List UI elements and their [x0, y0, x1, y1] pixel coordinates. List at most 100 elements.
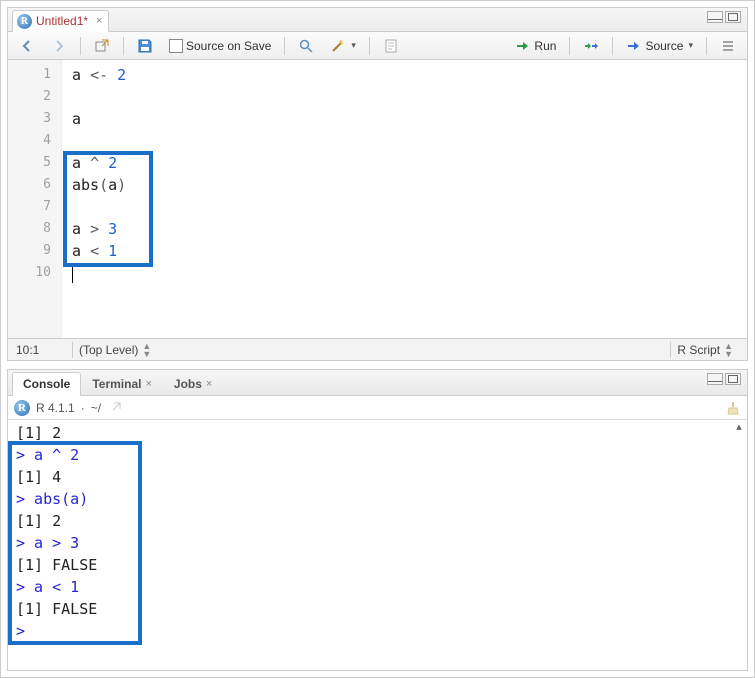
tab-label: Jobs: [174, 377, 202, 391]
tab-terminal[interactable]: Terminal ×: [81, 372, 163, 396]
editor-tab-untitled[interactable]: R Untitled1* ×: [12, 10, 109, 32]
rerun-icon: [583, 38, 599, 54]
show-in-new-window-button[interactable]: [89, 35, 115, 57]
scroll-up-arrow-icon[interactable]: ▴: [731, 420, 747, 433]
code-line[interactable]: a <- 2: [72, 64, 747, 86]
wand-icon: [330, 38, 346, 54]
console-tabstrip: Console Terminal × Jobs ×: [8, 370, 747, 396]
arrow-right-icon: [51, 38, 67, 54]
line-number: 10: [8, 262, 51, 284]
close-icon[interactable]: ×: [206, 378, 212, 390]
scope-label: (Top Level): [79, 343, 138, 357]
maximize-pane-icon[interactable]: [725, 11, 741, 23]
editor-statusbar: 10:1 (Top Level) ▲▼ R Script ▲▼: [8, 338, 747, 360]
tab-label: Terminal: [92, 377, 141, 391]
console-output-line: [1] 2: [16, 510, 739, 532]
save-icon: [137, 38, 153, 54]
close-icon[interactable]: ×: [96, 15, 102, 27]
tab-console[interactable]: Console: [12, 372, 81, 396]
rerun-button[interactable]: [578, 35, 604, 57]
console-output-line: [1] 4: [16, 466, 739, 488]
run-label: Run: [534, 39, 556, 53]
code-line[interactable]: abs(a): [72, 174, 747, 196]
line-number: 1: [8, 64, 51, 86]
arrow-left-icon: [19, 38, 35, 54]
code-tools-button[interactable]: ▾: [325, 35, 361, 57]
filetype-label: R Script: [677, 343, 720, 357]
minimize-pane-icon[interactable]: [707, 11, 723, 23]
source-on-save-toggle[interactable]: Source on Save: [164, 36, 276, 56]
console-output-line: [1] FALSE: [16, 554, 739, 576]
outline-icon: [720, 38, 736, 54]
r-version-label: R 4.1.1: [36, 401, 75, 415]
sort-arrows-icon: ▲▼: [142, 342, 151, 358]
run-button[interactable]: Run: [510, 35, 561, 57]
code-line[interactable]: a < 1: [72, 240, 747, 262]
console-input-line: > a < 1: [16, 576, 739, 598]
find-replace-button[interactable]: [293, 35, 319, 57]
editor-tab-title: Untitled1*: [36, 14, 88, 28]
sort-arrows-icon: ▲▼: [724, 342, 733, 358]
tab-jobs[interactable]: Jobs ×: [163, 372, 223, 396]
outline-button[interactable]: [715, 35, 741, 57]
chevron-down-icon: ▾: [688, 40, 693, 51]
run-arrow-icon: [515, 38, 531, 54]
code-editor[interactable]: 12345678910 a <- 2 a a ^ 2abs(a) a > 3a …: [8, 60, 747, 338]
search-icon: [298, 38, 314, 54]
code-line[interactable]: [72, 86, 747, 108]
console-output-line: [1] FALSE: [16, 598, 739, 620]
notebook-icon: [383, 38, 399, 54]
line-number: 3: [8, 108, 51, 130]
source-arrow-icon: [626, 38, 642, 54]
code-text[interactable]: a <- 2 a a ^ 2abs(a) a > 3a < 1: [62, 60, 747, 338]
compile-report-button[interactable]: [378, 35, 404, 57]
code-line[interactable]: [72, 262, 747, 284]
console-output[interactable]: [1] 2> a ^ 2[1] 4> abs(a)[1] 2> a > 3[1]…: [8, 420, 747, 670]
forward-button[interactable]: [46, 35, 72, 57]
maximize-pane-icon[interactable]: [725, 373, 741, 385]
cursor-position: 10:1: [16, 343, 72, 357]
source-label: Source: [645, 39, 683, 53]
r-logo-icon: R: [14, 400, 30, 416]
filetype-selector[interactable]: R Script ▲▼: [670, 342, 739, 358]
line-number: 2: [8, 86, 51, 108]
editor-tabstrip: R Untitled1* ×: [8, 8, 747, 32]
console-header: R R 4.1.1 · ~/: [8, 396, 747, 420]
source-button[interactable]: Source ▾: [621, 35, 698, 57]
line-number: 5: [8, 152, 51, 174]
chevron-down-icon: ▾: [351, 40, 356, 51]
back-button[interactable]: [14, 35, 40, 57]
checkbox-icon: [169, 39, 183, 53]
working-dir-label[interactable]: ~/: [91, 401, 101, 415]
console-input-line: > a ^ 2: [16, 444, 739, 466]
scope-selector[interactable]: (Top Level) ▲▼: [72, 342, 157, 358]
popout-icon: [94, 38, 110, 54]
pane-window-controls: [707, 11, 741, 23]
pane-window-controls: [707, 373, 741, 385]
popout-icon[interactable]: [107, 400, 123, 416]
console-input-line: > a > 3: [16, 532, 739, 554]
code-line[interactable]: [72, 196, 747, 218]
line-number: 9: [8, 240, 51, 262]
line-number-gutter: 12345678910: [8, 60, 62, 338]
source-on-save-label: Source on Save: [186, 39, 271, 53]
console-output-line: [1] 2: [16, 422, 739, 444]
line-number: 4: [8, 130, 51, 152]
minimize-pane-icon[interactable]: [707, 373, 723, 385]
code-line[interactable]: a > 3: [72, 218, 747, 240]
clear-console-icon[interactable]: [725, 400, 741, 416]
save-button[interactable]: [132, 35, 158, 57]
console-input-line: > abs(a): [16, 488, 739, 510]
console-pane: Console Terminal × Jobs × R R 4.1.1 · ~/ [1]…: [7, 369, 748, 671]
editor-toolbar: Source on Save ▾ Run: [8, 32, 747, 60]
console-input-line: >: [16, 620, 739, 642]
code-line[interactable]: a ^ 2: [72, 152, 747, 174]
tab-label: Console: [23, 377, 70, 391]
line-number: 8: [8, 218, 51, 240]
r-logo-icon: R: [17, 14, 32, 29]
close-icon[interactable]: ×: [145, 378, 151, 390]
separator-dot: ·: [81, 401, 85, 415]
text-cursor: [72, 265, 73, 283]
code-line[interactable]: [72, 130, 747, 152]
code-line[interactable]: a: [72, 108, 747, 130]
